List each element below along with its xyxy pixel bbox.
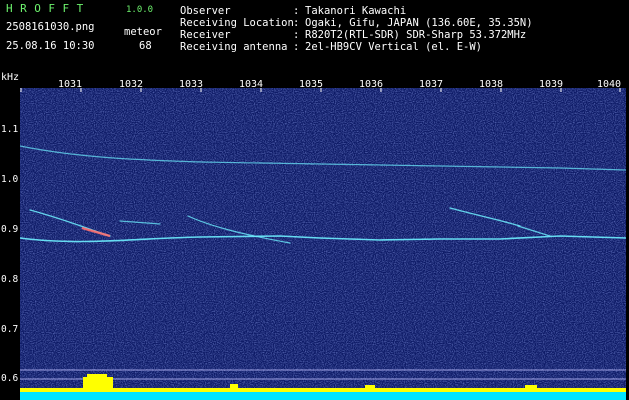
y-tick-label: 0.9	[1, 224, 19, 235]
meteor-label: meteor	[124, 26, 162, 38]
spectrogram	[20, 88, 626, 400]
y-tick-label: 1.1	[1, 124, 19, 135]
info-location: Receiving Location: Ogaki, Gifu, JAPAN (1…	[180, 17, 533, 29]
info-observer: Observer: Takanori Kawachi	[180, 5, 407, 17]
app-title: HROFFT	[6, 2, 91, 15]
y-tick-label: 0.7	[1, 324, 19, 335]
meteor-count: 68	[139, 40, 152, 52]
file-name: 2508161030.png	[6, 21, 95, 33]
date-time: 25.08.16 10:30	[6, 40, 95, 52]
y-tick-label: 1.0	[1, 174, 19, 185]
info-antenna: Receiving antenna:2el-HB9CV Vertical (el…	[180, 41, 483, 53]
bottom-bar-cyan	[20, 391, 626, 400]
hrofft-window: HROFFT 1.0.0 2508161030.png 25.08.16 10:…	[0, 0, 629, 400]
info-receiver: Receiver: R820T2(RTL-SDR) SDR-Sharp 53.37…	[180, 29, 527, 41]
y-axis-unit: kHz	[1, 72, 20, 83]
y-tick-label: 0.6	[1, 373, 19, 384]
spectrogram-noise	[20, 88, 626, 400]
app-version: 1.0.0	[126, 5, 154, 15]
y-tick-label: 0.8	[1, 274, 19, 285]
